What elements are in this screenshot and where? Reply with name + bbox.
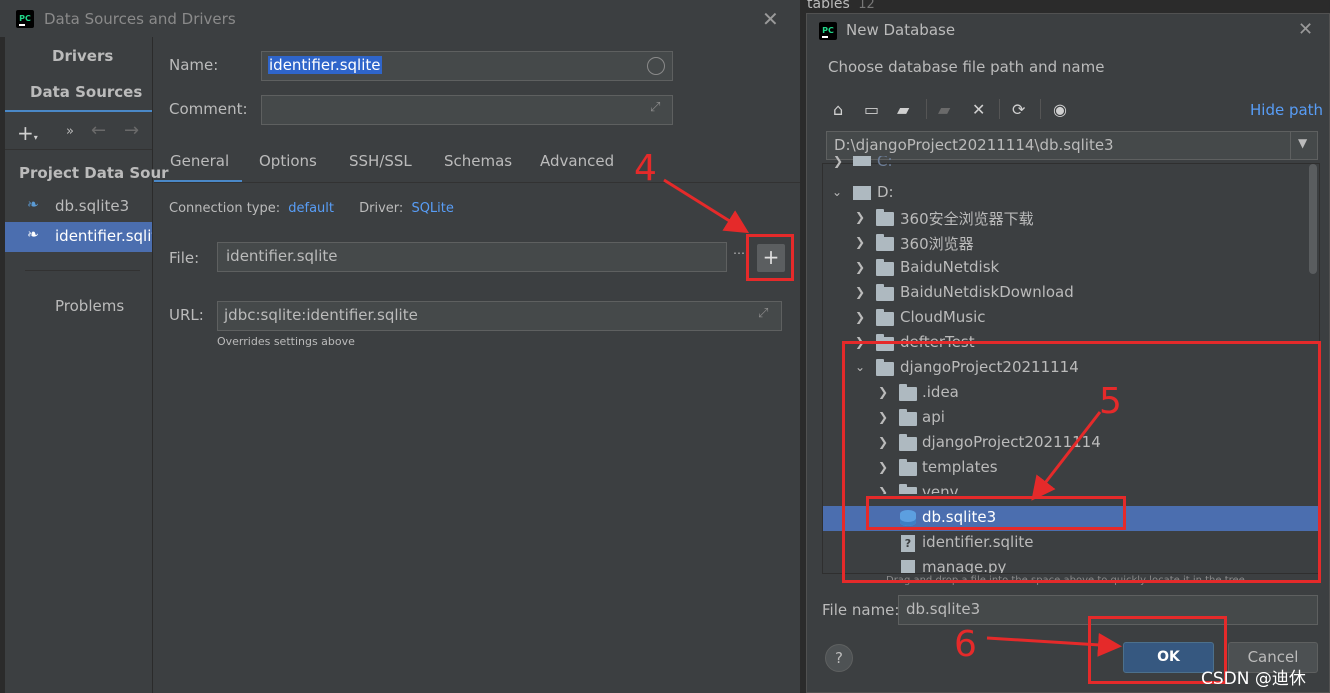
arrow-to-ok [986,632,1122,657]
arrow-to-db [1031,411,1102,501]
watermark: CSDN @迪休 [1201,669,1306,689]
annotation-arrows [663,178,1122,657]
arrow-to-plus [663,178,750,234]
